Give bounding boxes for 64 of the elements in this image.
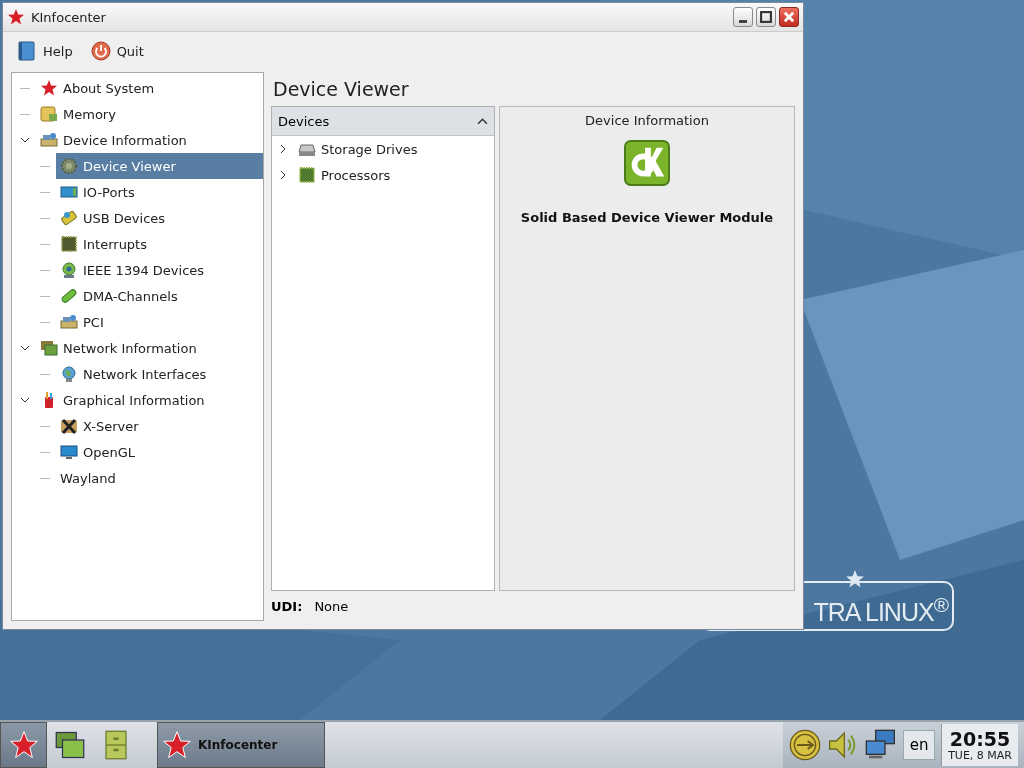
udi-label: UDI: [271,598,303,614]
module-name: Solid Based Device Viewer Module [520,210,774,225]
tree-item[interactable]: Wayland [56,465,263,491]
clock[interactable]: 20:55 TUE, 8 MAR [941,724,1018,766]
chip-icon [298,166,316,184]
webcam-icon [60,261,78,279]
tree-item[interactable]: Graphical Information [36,387,263,413]
keyboard-layout-button[interactable]: en [903,730,936,760]
tree-item[interactable]: IO-Ports [56,179,263,205]
x-logo-icon [60,417,78,435]
gear-icon [60,157,78,175]
tree-item[interactable]: Network Interfaces [56,361,263,387]
star-icon [8,730,39,760]
chip-icon [60,235,78,253]
page-title: Device Viewer [272,77,410,102]
tree-item[interactable]: PCI [56,309,263,335]
chevron-up-icon[interactable] [477,115,488,127]
card-icon [40,131,58,149]
globe-icon [60,365,78,383]
tree-item[interactable]: Network Information [36,335,263,361]
tree-item[interactable]: Interrupts [56,231,263,257]
tree-item[interactable]: DMA-Channels [56,283,263,309]
close-button[interactable] [779,7,799,27]
star-icon [162,730,192,760]
card-icon [60,313,78,331]
star-icon [40,79,58,97]
clock-date: TUE, 8 MAR [948,748,1012,762]
tree-item[interactable]: X-Server [56,413,263,439]
minimize-button[interactable] [733,7,753,27]
quit-button[interactable]: Quit [84,39,150,63]
monitor-icon [60,183,78,201]
tree-item[interactable]: USB Devices [56,205,263,231]
book-icon [17,41,37,61]
monitor-icon [60,443,78,461]
usb-icon[interactable] [789,729,822,761]
device-item[interactable]: Processors [294,162,494,188]
window-title: KInfocenter [31,9,107,25]
device-item[interactable]: Storage Drives [294,136,494,162]
tree-item[interactable]: IEEE 1394 Devices [56,257,263,283]
header-label: Devices [278,113,330,129]
help-button[interactable]: Help [11,39,79,63]
network-icon[interactable] [865,729,898,761]
clock-time: 20:55 [949,728,1011,749]
start-menu-button[interactable] [0,722,47,768]
udi-value: None [314,598,349,614]
windows-icon [40,339,58,357]
task-button[interactable]: KInfocenter [157,722,325,768]
devices-header[interactable]: Devices [272,107,494,136]
tree-item[interactable]: About System [36,75,263,101]
tree-item[interactable]: Memory [36,101,263,127]
close-icon [782,10,796,24]
k-gear-logo-icon [624,140,670,186]
tree-item[interactable]: OpenGL [56,439,263,465]
star-icon [7,8,25,26]
maximize-button[interactable] [756,7,776,27]
windows-icon [55,730,85,760]
tree-item[interactable]: Device Viewer [56,153,263,179]
logo-text: TRA LINUX$^{®}$ [813,592,948,629]
power-icon [90,41,111,61]
memory-icon [40,105,58,123]
maximize-icon [759,10,773,24]
tree-item[interactable]: Device Information [36,127,263,153]
info-title: Device Information [585,113,709,128]
minimize-icon [739,20,747,23]
